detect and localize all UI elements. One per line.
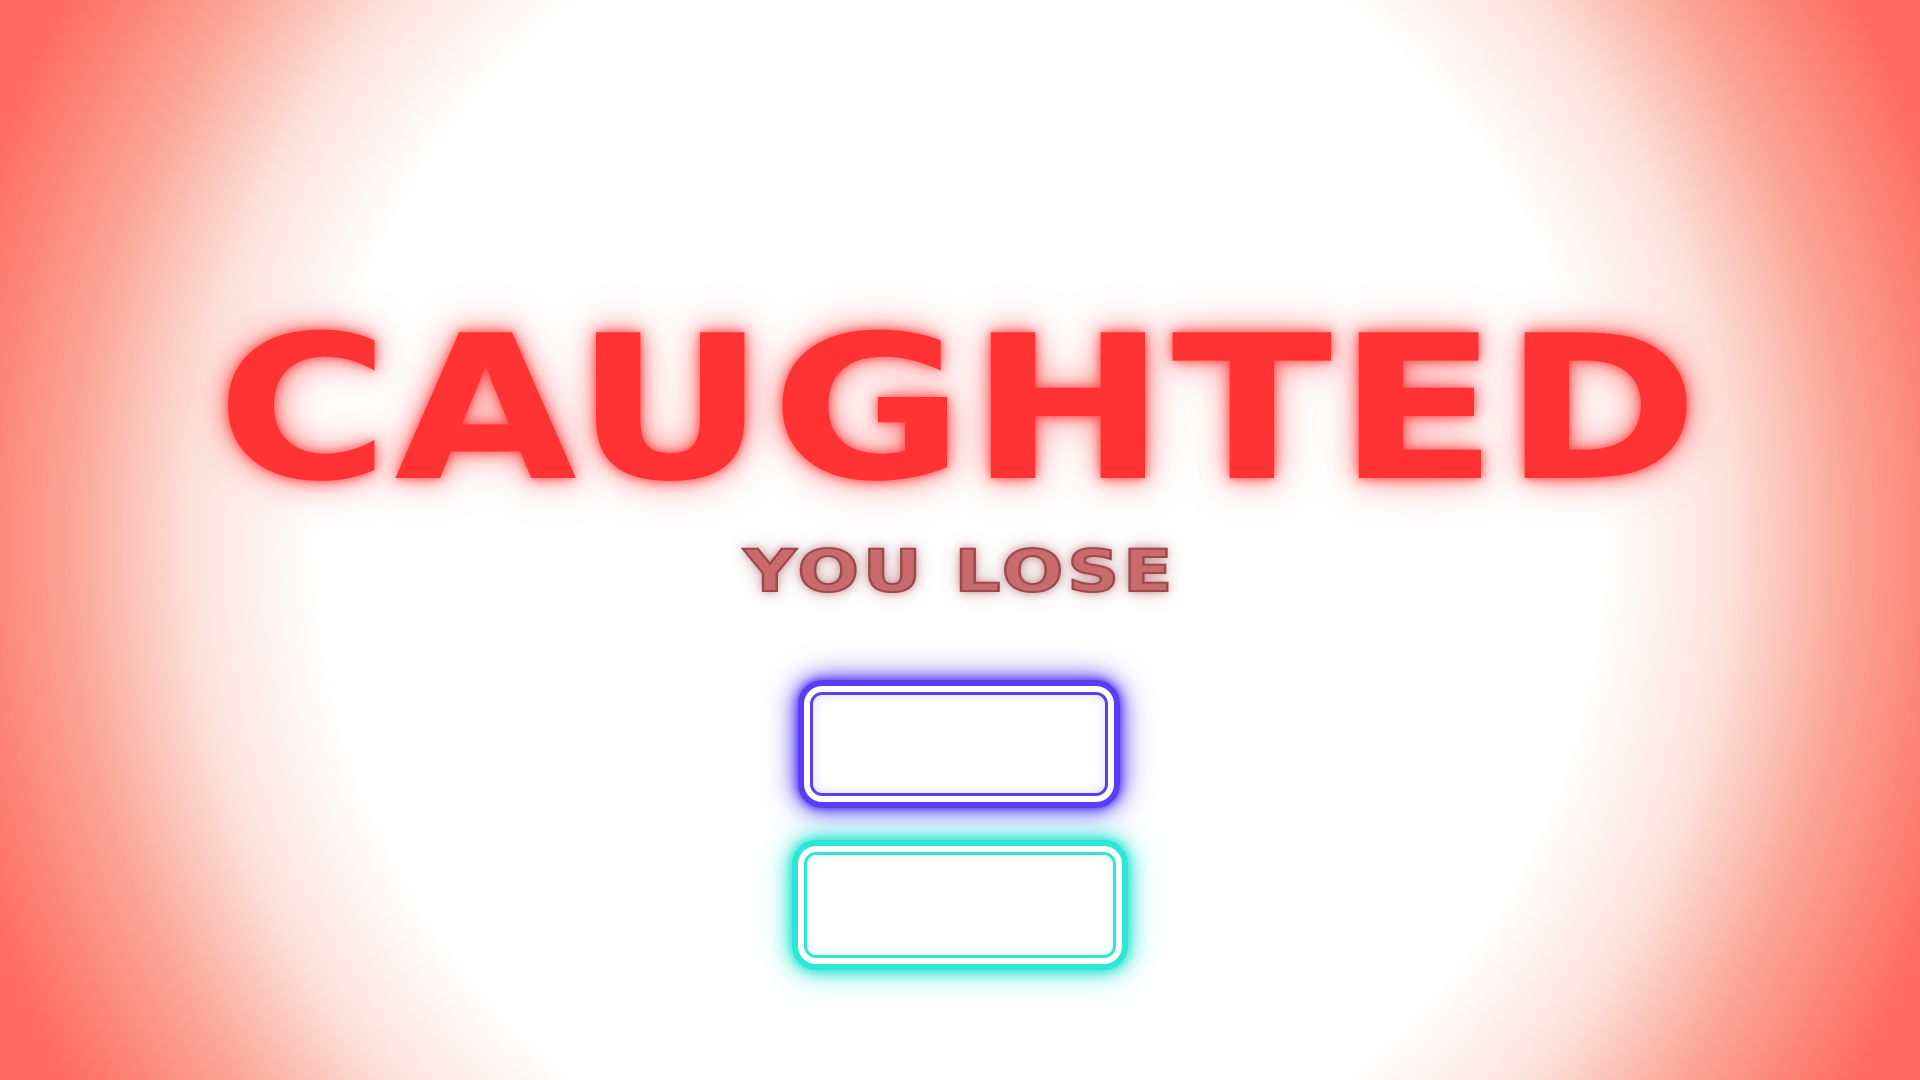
menu-button-primary[interactable] — [798, 680, 1120, 808]
menu-button-secondary[interactable] — [792, 840, 1128, 970]
game-over-title: CAUGHTED — [216, 293, 1704, 526]
game-over-screen: CAUGHTED YOU LOSE — [0, 0, 1920, 1080]
game-over-subtitle: YOU LOSE — [742, 536, 1177, 606]
